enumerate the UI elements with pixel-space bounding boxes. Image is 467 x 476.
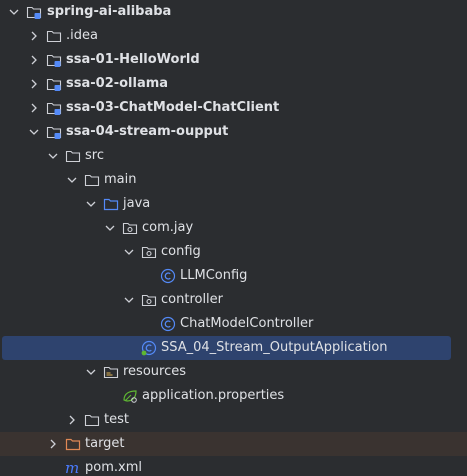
chevron-down-icon[interactable]: [121, 240, 137, 264]
chevron-down-icon[interactable]: [83, 360, 99, 384]
tree-row-application-class[interactable]: SSA_04_Stream_OutputApplication: [2, 336, 451, 360]
tree-row-pom[interactable]: m pom.xml: [0, 456, 467, 476]
tree-row-test[interactable]: test: [0, 408, 467, 432]
tree-label-pom: pom.xml: [85, 460, 142, 475]
folder-icon: [84, 411, 100, 429]
project-tree-panel: spring-ai-alibaba .idea ssa-01-HelloWorl…: [0, 0, 467, 476]
chevron-down-icon[interactable]: [121, 288, 137, 312]
svg-text:m: m: [65, 460, 79, 476]
tree-row-controller[interactable]: controller: [0, 288, 467, 312]
tree-label-controller: controller: [161, 292, 224, 307]
tree-label-package: com.jay: [142, 220, 194, 235]
module-folder-icon: [46, 99, 62, 117]
tree-label-src: src: [85, 148, 104, 163]
chevron-right-icon[interactable]: [64, 408, 80, 432]
tree-label-llmconfig: LLMConfig: [180, 268, 248, 283]
spring-boot-class-icon: [141, 339, 157, 357]
tree-row-module1[interactable]: ssa-01-HelloWorld: [0, 48, 467, 72]
tree-row-module4[interactable]: ssa-04-stream-oupput: [0, 120, 467, 144]
tree-row-src[interactable]: src: [0, 144, 467, 168]
module-folder-icon: [46, 51, 62, 69]
tree-row-chatcontroller[interactable]: ChatModelController: [0, 312, 467, 336]
tree-row-java[interactable]: java: [0, 192, 467, 216]
tree-label-application-class: SSA_04_Stream_OutputApplication: [161, 340, 388, 355]
chevron-right-icon[interactable]: [26, 96, 42, 120]
package-icon: [122, 219, 138, 237]
tree-label-root: spring-ai-alibaba: [47, 4, 172, 19]
resources-root-folder-icon: [103, 363, 119, 381]
chevron-right-icon[interactable]: [26, 48, 42, 72]
spring-properties-icon: [122, 387, 138, 405]
java-class-icon: [160, 315, 176, 333]
chevron-right-icon[interactable]: [26, 24, 42, 48]
package-icon: [141, 291, 157, 309]
tree-label-module2: ssa-02-ollama: [66, 76, 169, 91]
tree-label-main: main: [104, 172, 137, 187]
tree-label-config: config: [161, 244, 201, 259]
tree-label-resources: resources: [123, 364, 187, 379]
chevron-right-icon[interactable]: [45, 432, 61, 456]
tree-label-java: java: [123, 196, 151, 211]
module-folder-icon: [26, 3, 42, 21]
chevron-down-icon[interactable]: [45, 144, 61, 168]
java-class-icon: [160, 267, 176, 285]
module-folder-icon: [46, 123, 62, 141]
tree-row-config[interactable]: config: [0, 240, 467, 264]
folder-icon: [46, 27, 62, 45]
tree-label-module4: ssa-04-stream-oupput: [66, 124, 229, 139]
folder-icon: [84, 171, 100, 189]
tree-label-app-properties: application.properties: [142, 388, 285, 403]
tree-row-target[interactable]: target: [0, 432, 467, 456]
chevron-down-icon[interactable]: [64, 168, 80, 192]
chevron-down-icon[interactable]: [83, 192, 99, 216]
tree-label-module1: ssa-01-HelloWorld: [66, 52, 200, 67]
chevron-down-icon[interactable]: [6, 0, 22, 24]
tree-label-test: test: [104, 412, 129, 427]
tree-row-main[interactable]: main: [0, 168, 467, 192]
tree-label-chatcontroller: ChatModelController: [180, 316, 314, 331]
tree-row-module2[interactable]: ssa-02-ollama: [0, 72, 467, 96]
chevron-down-icon[interactable]: [26, 120, 42, 144]
tree-label-idea: .idea: [66, 28, 98, 43]
tree-row-idea[interactable]: .idea: [0, 24, 467, 48]
module-folder-icon: [46, 75, 62, 93]
excluded-folder-icon: [65, 435, 81, 453]
chevron-right-icon[interactable]: [26, 72, 42, 96]
tree-row-root[interactable]: spring-ai-alibaba: [0, 0, 467, 24]
chevron-down-icon[interactable]: [102, 216, 118, 240]
folder-icon: [65, 147, 81, 165]
tree-row-module3[interactable]: ssa-03-ChatModel-ChatClient: [0, 96, 467, 120]
source-root-folder-icon: [103, 195, 119, 213]
maven-icon: m: [65, 459, 83, 476]
tree-label-target: target: [85, 436, 125, 451]
package-icon: [141, 243, 157, 261]
tree-label-module3: ssa-03-ChatModel-ChatClient: [66, 100, 280, 115]
tree-row-resources[interactable]: resources: [0, 360, 467, 384]
tree-row-package[interactable]: com.jay: [0, 216, 467, 240]
tree-row-app-properties[interactable]: application.properties: [0, 384, 467, 408]
tree-row-llmconfig[interactable]: LLMConfig: [0, 264, 467, 288]
